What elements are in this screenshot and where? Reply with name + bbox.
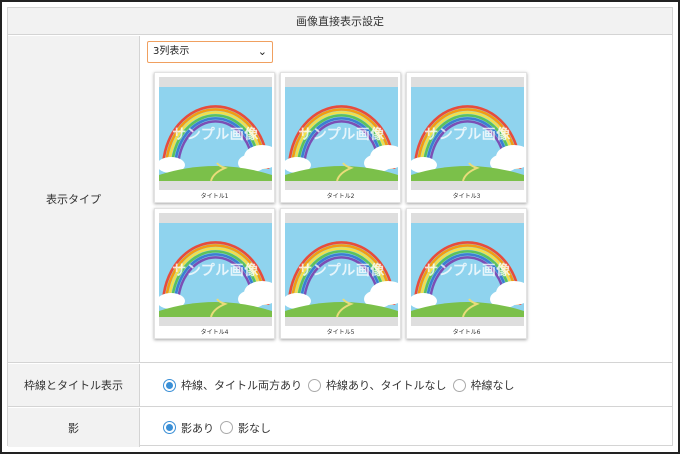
frame-title-label: 枠線とタイトル表示	[8, 364, 140, 406]
radio-button[interactable]	[163, 421, 176, 434]
shadow-label: 影	[8, 408, 140, 447]
card-title: タイトル1	[200, 193, 229, 200]
sample-image-watermark: サンプル画像	[172, 263, 259, 279]
radio-shadow-off[interactable]: 影なし	[220, 420, 271, 436]
radio-label: 影なし	[238, 421, 271, 435]
preview-card: サンプル画像タイトル3	[406, 72, 527, 203]
sample-image: サンプル画像	[159, 77, 272, 190]
radio-no-frame[interactable]: 枠線なし	[452, 377, 515, 393]
shadow-content: 影あり 影なし	[141, 408, 672, 447]
display-type-row: 表示タイプ 3列表示 ⌄ サンプル画像タイトル1 サンプル画像 タイトル2 サン…	[8, 36, 672, 363]
radio-label: 枠線あり、タイトルなし	[326, 379, 447, 392]
sample-image-watermark: サンプル画像	[424, 127, 511, 143]
preview-card: サンプル画像タイトル1	[154, 72, 275, 203]
shadow-radio-group: 影あり 影なし	[163, 408, 277, 447]
sample-image: サンプル画像	[285, 213, 398, 326]
shadow-row: 影 影あり 影なし	[8, 408, 672, 447]
sample-image-watermark: サンプル画像	[172, 127, 259, 143]
chevron-down-icon: ⌄	[257, 45, 267, 58]
sample-image: サンプル画像	[411, 77, 524, 190]
card-title: タイトル4	[200, 329, 229, 336]
card-title: タイトル2	[326, 193, 355, 200]
radio-label: 枠線なし	[470, 379, 515, 392]
sample-image-watermark: サンプル画像	[298, 263, 385, 279]
radio-label: 影あり	[181, 421, 214, 435]
radio-button[interactable]	[452, 378, 466, 392]
display-type-label: 表示タイプ	[8, 36, 140, 362]
radio-frame-only[interactable]: 枠線あり、タイトルなし	[308, 377, 447, 393]
radio-label: 枠線、タイトル両方あり	[181, 379, 302, 392]
settings-panel: 画像直接表示設定 表示タイプ 3列表示 ⌄ サンプル画像 タイトル1 サンプル画…	[7, 7, 673, 447]
display-type-content: 3列表示 ⌄ サンプル画像 タイトル1 サンプル画像 タイトル2 サンプル画像 …	[141, 36, 672, 362]
card-title: タイトル6	[452, 329, 481, 336]
radio-button[interactable]	[163, 378, 176, 392]
column-select[interactable]: 3列表示 ⌄	[147, 41, 273, 63]
sample-image: サンプル画像	[159, 213, 272, 326]
panel-header: 画像直接表示設定	[8, 8, 672, 35]
frame-title-radio-group: 枠線、タイトル両方あり 枠線あり、タイトルなし 枠線なし	[163, 364, 521, 406]
card-title: タイトル5	[326, 329, 355, 336]
frame-title-content: 枠線、タイトル両方あり 枠線あり、タイトルなし 枠線なし	[141, 364, 672, 406]
sample-image: サンプル画像	[285, 77, 398, 190]
column-select-value: 3列表示	[153, 46, 190, 57]
radio-shadow-on[interactable]: 影あり	[163, 420, 214, 436]
frame-title-row: 枠線とタイトル表示 枠線、タイトル両方あり 枠線あり、タイトルなし 枠線なし	[8, 364, 672, 407]
card-title: タイトル3	[452, 193, 481, 200]
preview-card: サンプル画像タイトル4	[154, 208, 275, 339]
preview-card: サンプル画像タイトル2	[280, 72, 401, 203]
preview-card: サンプル画像タイトル6	[406, 208, 527, 339]
radio-frame-and-title[interactable]: 枠線、タイトル両方あり	[163, 377, 302, 393]
sample-image-watermark: サンプル画像	[298, 127, 385, 143]
radio-button[interactable]	[220, 421, 233, 434]
sample-image: サンプル画像	[411, 213, 524, 326]
sample-image-watermark: サンプル画像	[424, 263, 511, 279]
screenshot-frame: 画像直接表示設定 表示タイプ 3列表示 ⌄ サンプル画像 タイトル1 サンプル画…	[0, 0, 680, 454]
radio-button[interactable]	[308, 378, 321, 392]
preview-card: サンプル画像タイトル5	[280, 208, 401, 339]
